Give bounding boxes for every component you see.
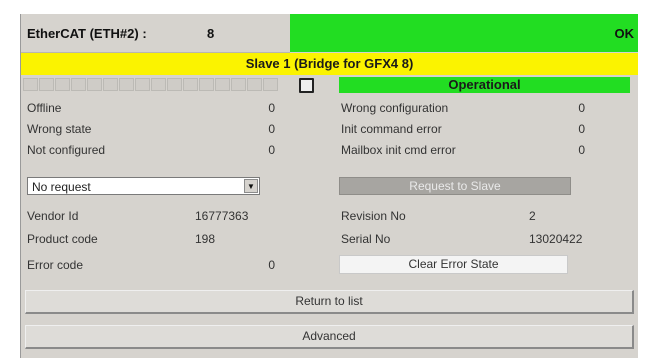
led-indicator bbox=[199, 78, 214, 91]
mailbox-init-cmd-error-label: Mailbox init cmd error bbox=[341, 143, 456, 157]
init-command-error-label: Init command error bbox=[341, 122, 442, 136]
wrong-configuration-label: Wrong configuration bbox=[341, 101, 449, 115]
led-strip bbox=[23, 78, 293, 92]
offline-label: Offline bbox=[27, 101, 62, 115]
slave-select-checkbox[interactable] bbox=[299, 78, 314, 93]
operational-status-bar: Operational bbox=[339, 77, 630, 93]
product-code-value: 198 bbox=[195, 232, 216, 246]
header-bar: EtherCAT (ETH#2) : 8 OK bbox=[21, 14, 638, 53]
chevron-down-icon[interactable]: ▼ bbox=[244, 179, 258, 193]
return-to-list-button[interactable]: Return to list bbox=[25, 290, 634, 314]
led-indicator bbox=[23, 78, 38, 91]
ethercat-slave-panel: EtherCAT (ETH#2) : 8 OK Slave 1 (Bridge … bbox=[20, 14, 638, 358]
bus-status-indicator: OK bbox=[290, 14, 638, 52]
wrong-state-label: Wrong state bbox=[27, 122, 92, 136]
request-select-value: No request bbox=[32, 180, 91, 194]
wrong-configuration-value: 0 bbox=[578, 101, 585, 115]
bus-title: EtherCAT (ETH#2) : bbox=[27, 26, 147, 41]
request-select[interactable]: No request ▼ bbox=[27, 177, 260, 195]
led-indicator bbox=[183, 78, 198, 91]
revision-no-label: Revision No bbox=[341, 209, 406, 223]
error-code-value: 0 bbox=[268, 258, 275, 272]
led-indicator bbox=[55, 78, 70, 91]
product-code-label: Product code bbox=[27, 232, 98, 246]
request-to-slave-button[interactable]: Request to Slave bbox=[339, 177, 571, 195]
not-configured-label: Not configured bbox=[27, 143, 106, 157]
led-indicator bbox=[135, 78, 150, 91]
led-indicator bbox=[119, 78, 134, 91]
clear-error-state-button[interactable]: Clear Error State bbox=[339, 255, 568, 274]
led-indicator bbox=[71, 78, 86, 91]
serial-no-value: 13020422 bbox=[529, 232, 583, 246]
header-left: EtherCAT (ETH#2) : 8 bbox=[21, 14, 290, 53]
not-configured-value: 0 bbox=[268, 143, 275, 157]
vendor-id-value: 16777363 bbox=[195, 209, 249, 223]
mailbox-init-cmd-error-value: 0 bbox=[578, 143, 585, 157]
vendor-id-label: Vendor Id bbox=[27, 209, 79, 223]
offline-value: 0 bbox=[268, 101, 275, 115]
led-indicator bbox=[215, 78, 230, 91]
advanced-button[interactable]: Advanced bbox=[25, 325, 634, 349]
led-indicator bbox=[231, 78, 246, 91]
wrong-state-value: 0 bbox=[268, 122, 275, 136]
led-indicator bbox=[103, 78, 118, 91]
slave-count: 8 bbox=[207, 26, 215, 41]
error-code-label: Error code bbox=[27, 258, 84, 272]
init-command-error-value: 0 bbox=[578, 122, 585, 136]
led-indicator bbox=[247, 78, 262, 91]
bus-state-text: OK bbox=[614, 26, 635, 41]
serial-no-label: Serial No bbox=[341, 232, 391, 246]
slave-title-bar: Slave 1 (Bridge for GFX4 8) bbox=[21, 53, 638, 75]
led-indicator bbox=[167, 78, 182, 91]
led-indicator bbox=[151, 78, 166, 91]
led-indicator bbox=[263, 78, 278, 91]
led-indicator bbox=[39, 78, 54, 91]
led-indicator bbox=[87, 78, 102, 91]
revision-no-value: 2 bbox=[529, 209, 536, 223]
